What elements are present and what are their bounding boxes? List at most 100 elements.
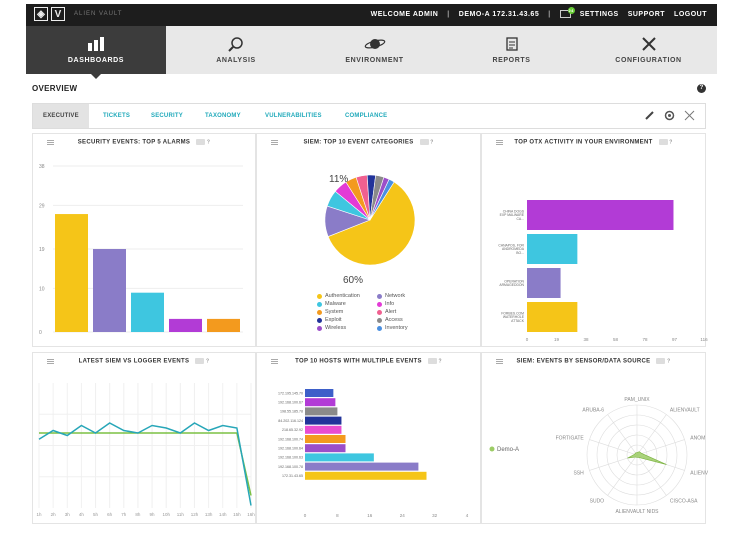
bar [305, 444, 346, 453]
welcome-text: WELCOME ADMIN [370, 10, 439, 18]
category-label: FORBES.COM WATERHOLE ATTACK [501, 311, 525, 322]
tab-tickets[interactable]: TICKETS [103, 104, 130, 128]
separator: | [447, 10, 450, 18]
x-tick-label: 16 [367, 513, 373, 518]
radar-axis-label: ALIENVAULT NIDS [615, 509, 659, 515]
x-tick-label: 78 [642, 337, 648, 342]
logger-chart: 1h 2h 3h 4h 5h 6h 7h 8h 9h 10h 11h 12h 13h 14h 15h 16h [36, 383, 255, 517]
radar-axis-label: ANOM [690, 436, 705, 442]
settings-link[interactable]: SETTINGS [580, 11, 619, 18]
legend-swatch [377, 309, 382, 315]
tab-vulnerabilities[interactable]: VULNERABILITIES [265, 104, 322, 128]
y-tick-label: 10 [39, 286, 45, 292]
legend-item[interactable]: Malware [317, 301, 377, 307]
subtab-bar: EXECUTIVE TICKETS SECURITY TAXONOMY VULN… [32, 103, 706, 129]
legend-swatch [377, 293, 382, 299]
x-tick-label: 19 [554, 337, 560, 342]
legend-item[interactable]: Inventory [377, 325, 427, 331]
legend-label: Alert [385, 309, 397, 315]
y-tick-label: 29 [39, 203, 45, 209]
gear-icon[interactable] [664, 110, 675, 121]
nav-dashboards[interactable]: DASHBOARDS [26, 26, 166, 79]
help-icon[interactable]: ? [697, 84, 706, 93]
radar-axis-label: ALIENV [690, 470, 708, 476]
x-tick-label: 116 [700, 337, 708, 342]
x-tick-label: 14h [219, 512, 227, 517]
mail-count-badge: 24 [567, 7, 575, 14]
legend-item[interactable]: Authentication [317, 293, 377, 299]
mail-icon[interactable]: 24 [559, 7, 575, 18]
panel-top-hosts: TOP 10 HOSTS WITH MULTIPLE EVENTS ? 172.… [256, 352, 481, 524]
bar [55, 214, 88, 332]
x-tick-label: 5h [93, 512, 99, 517]
x-tick-label: 11h [177, 512, 185, 517]
shield-logo-icon: ◈ [34, 7, 48, 21]
legend-item[interactable]: Alert [377, 309, 427, 315]
app-window: { "topbar": { "logo_letter": "V", "brand… [0, 0, 729, 542]
x-tick-label: 15h [233, 512, 241, 517]
legend-swatch [377, 317, 382, 323]
tab-executive[interactable]: EXECUTIVE [33, 104, 89, 128]
bar [305, 453, 374, 462]
legend-item[interactable]: Network [377, 293, 427, 299]
x-tick-label: 1h [36, 512, 42, 517]
legend-item[interactable]: Exploit [317, 317, 377, 323]
legend-label: Demo-A [497, 447, 519, 453]
x-tick-label: 0 [526, 337, 529, 342]
radar-spoke [636, 414, 667, 456]
legend-label: Info [385, 301, 395, 307]
legend-swatch [317, 301, 322, 307]
bar [527, 268, 561, 298]
pencil-icon[interactable] [644, 110, 655, 121]
legend-item[interactable]: Info [377, 301, 427, 307]
nav-configuration-label: CONFIGURATION [615, 56, 682, 64]
alarms-chart: 0 10 19 29 38 [39, 164, 243, 336]
x-tick-label: 9h [150, 512, 156, 517]
bar [305, 407, 338, 416]
x-tick-label: 7h [121, 512, 127, 517]
nav-reports[interactable]: REPORTS [443, 26, 580, 74]
bar [305, 398, 336, 407]
main-nav: DASHBOARDS ANALYSIS ENVIRONMENT REPORTS … [26, 26, 717, 79]
separator: | [548, 10, 551, 18]
category-label: 172.195.145.70 [278, 391, 303, 395]
support-link[interactable]: SUPPORT [628, 11, 665, 18]
category-label: CHINA DOGS EXP MALWARE CA... [500, 209, 525, 220]
legend-swatch [317, 309, 322, 315]
nav-environment[interactable]: ENVIRONMENT [306, 26, 443, 74]
tab-security[interactable]: SECURITY [151, 104, 183, 128]
legend-label: Inventory [385, 325, 408, 331]
logo[interactable]: ◈ V ALIEN VAULT [34, 7, 122, 21]
radar-spoke [589, 439, 638, 456]
tab-compliance[interactable]: COMPLIANCE [345, 104, 387, 128]
expand-icon[interactable] [684, 110, 695, 121]
legend-swatch [489, 446, 495, 452]
series-line [38, 422, 252, 506]
nav-configuration[interactable]: CONFIGURATION [580, 26, 717, 74]
logout-link[interactable]: LOGOUT [674, 11, 707, 18]
legend-item[interactable]: Access [377, 317, 427, 323]
legend-label: Network [385, 293, 406, 299]
dashboard-tools [644, 110, 695, 121]
bar [207, 318, 240, 332]
radar-axis-label: CISCO-ASA [670, 498, 698, 504]
bar [305, 425, 342, 434]
tab-taxonomy[interactable]: TAXONOMY [205, 104, 241, 128]
x-tick-label: 38 [583, 337, 589, 342]
category-label: 198.55.185.78 [280, 410, 303, 414]
x-tick-label: 97 [672, 337, 678, 342]
legend-item[interactable]: System [317, 309, 377, 315]
radar-spoke [607, 414, 638, 456]
x-tick-label: 6h [107, 512, 113, 517]
x-tick-label: 12h [191, 512, 199, 517]
x-tick-label: 8 [336, 513, 339, 518]
top-bar: ◈ V ALIEN VAULT WELCOME ADMIN | DEMO-A 1… [26, 4, 717, 26]
category-label: 192.168.100.67 [278, 400, 303, 404]
radar-axis-label: ARUBA-6 [582, 408, 604, 414]
legend-label: Exploit [325, 317, 342, 323]
radar-spoke [636, 439, 685, 456]
legend-label: Malware [325, 301, 346, 307]
radar-spoke [607, 454, 638, 496]
legend-item[interactable]: Wireless [317, 325, 377, 331]
nav-analysis[interactable]: ANALYSIS [166, 26, 306, 74]
